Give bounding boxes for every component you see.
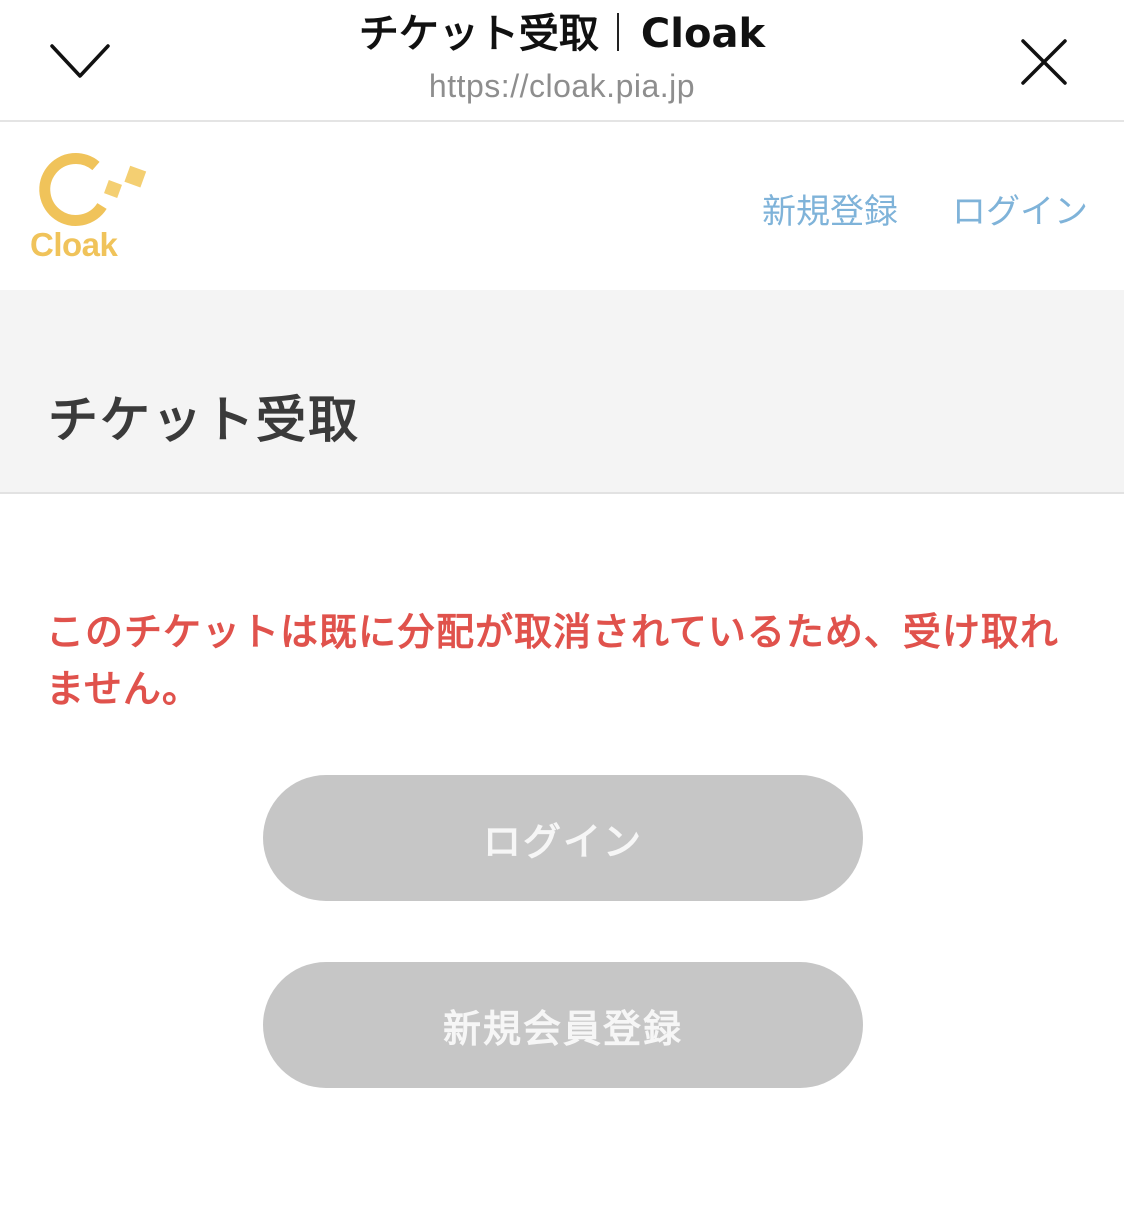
browser-title-brand: Cloak xyxy=(640,11,766,57)
collapse-button[interactable] xyxy=(40,22,120,102)
error-message: このチケットは既に分配が取消されているため、受け取れません。 xyxy=(46,610,1059,711)
browser-title: チケット受取 Cloak xyxy=(180,6,944,62)
close-button[interactable] xyxy=(1004,22,1084,102)
register-member-button[interactable]: 新規会員登録 xyxy=(263,962,863,1088)
browser-title-block: チケット受取 Cloak https://cloak.pia.jp xyxy=(180,6,944,108)
logo-text: Cloak xyxy=(30,226,118,263)
title-divider xyxy=(616,13,619,51)
page-title: チケット受取 xyxy=(48,391,360,449)
site-header: Cloak 新規登録 ログイン xyxy=(0,124,1124,290)
chevron-down-icon xyxy=(50,44,110,78)
login-button[interactable]: ログイン xyxy=(263,775,863,901)
nav-login-link[interactable]: ログイン xyxy=(952,184,1088,233)
browser-title-page: チケット受取 xyxy=(358,11,599,57)
nav-register-link[interactable]: 新規登録 xyxy=(762,184,898,233)
close-icon xyxy=(1021,39,1067,85)
browser-toolbar: チケット受取 Cloak https://cloak.pia.jp xyxy=(0,0,1124,122)
cloak-logo-mark-icon xyxy=(39,153,147,226)
browser-url: https://cloak.pia.jp xyxy=(428,68,696,104)
cloak-logo[interactable]: Cloak xyxy=(30,150,154,268)
page-title-band: チケット受取 xyxy=(0,290,1124,494)
